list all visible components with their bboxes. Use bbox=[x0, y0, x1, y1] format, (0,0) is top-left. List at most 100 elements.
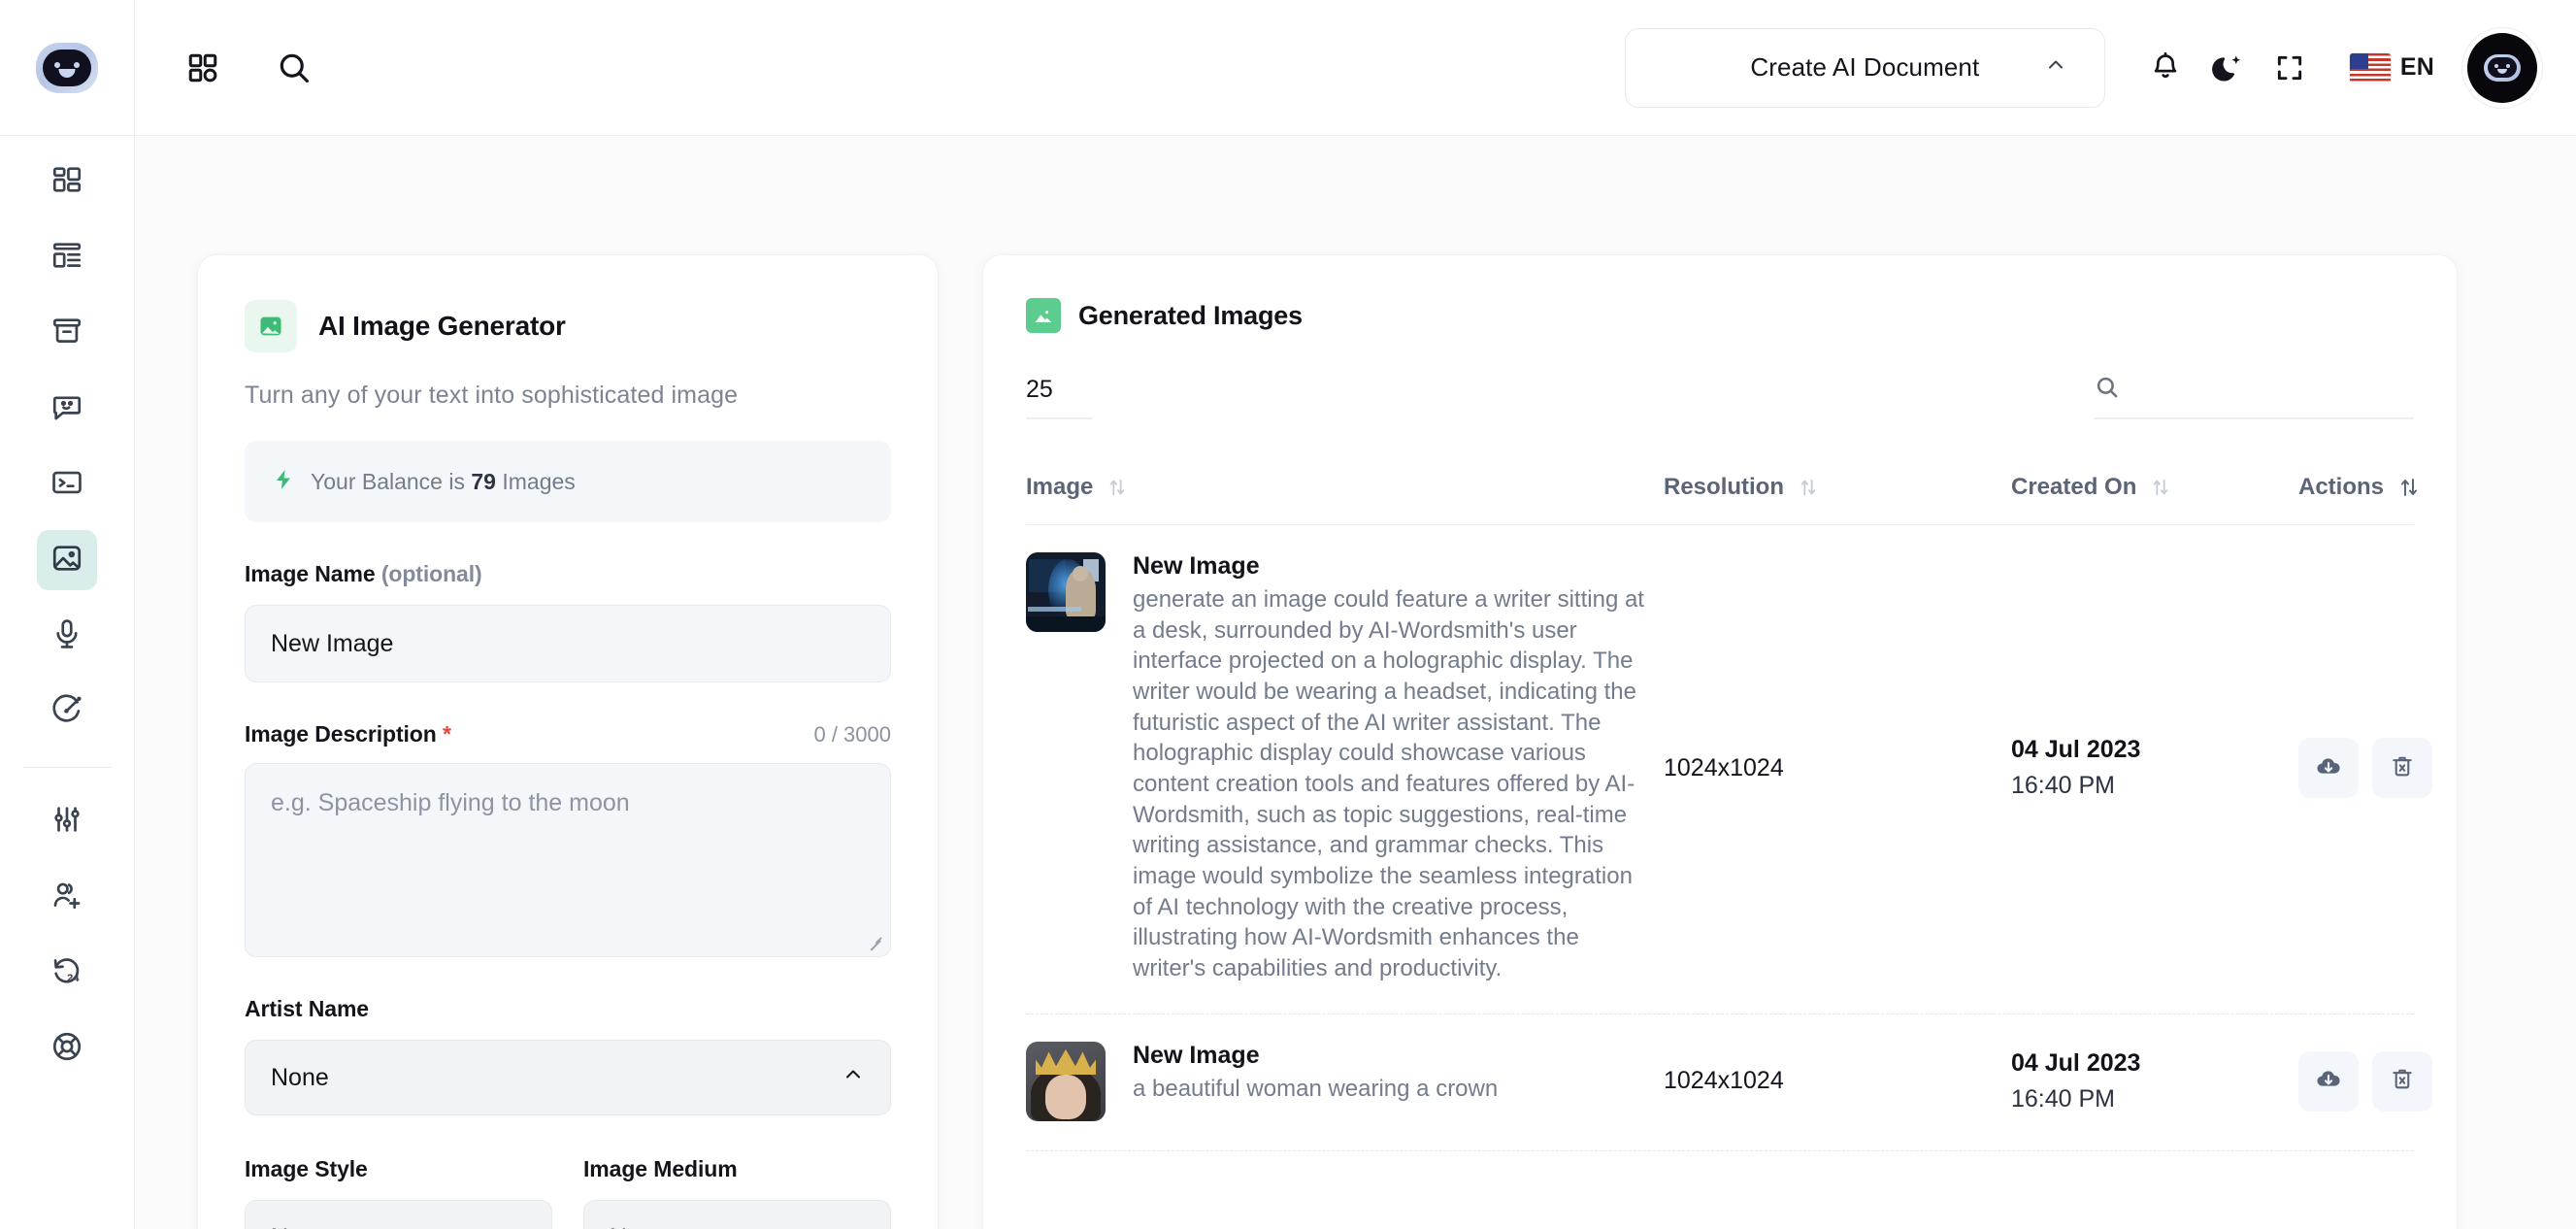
page-length-select[interactable]: 25 bbox=[1026, 376, 1092, 419]
sidebar-item-support[interactable] bbox=[37, 1018, 97, 1079]
writer-at-desk-thumbnail-icon bbox=[1026, 552, 1106, 632]
style-medium-row: Image Style None Image Medium None bbox=[245, 1156, 891, 1229]
column-header-actions[interactable]: Actions bbox=[2298, 474, 2421, 501]
language-switcher[interactable]: EN bbox=[2349, 52, 2434, 83]
image-description-placeholder: e.g. Spaceship flying to the moon bbox=[271, 789, 630, 816]
image-style-select[interactable]: None bbox=[245, 1200, 552, 1229]
artist-name-select[interactable]: None bbox=[245, 1040, 891, 1115]
sidebar-divider bbox=[23, 767, 111, 768]
lightning-icon bbox=[272, 468, 295, 496]
sidebar-item-speech-to-text[interactable] bbox=[37, 606, 97, 666]
image-description-textarea[interactable]: e.g. Spaceship flying to the moon bbox=[245, 763, 891, 957]
sidebar-item-code[interactable] bbox=[37, 454, 97, 515]
apps-grid-icon[interactable] bbox=[180, 45, 226, 91]
sort-updown-icon bbox=[2150, 477, 2171, 498]
table-search-input[interactable] bbox=[2094, 374, 2414, 419]
sidebar-logo[interactable] bbox=[0, 0, 134, 136]
artist-name-value: None bbox=[271, 1063, 329, 1091]
image-description-field-group: Image Description * 0 / 3000 e.g. Spaces… bbox=[245, 721, 891, 957]
row-title: New Image bbox=[1133, 552, 1260, 580]
row-thumbnail[interactable] bbox=[1026, 1041, 1106, 1121]
row-time: 16:40 PM bbox=[2011, 1084, 2116, 1113]
trash-delete-icon bbox=[2390, 1066, 2415, 1096]
table-row[interactable]: New Image a beautiful woman wearing a cr… bbox=[1026, 1014, 2432, 1151]
image-name-label: Image Name (optional) bbox=[245, 561, 482, 587]
row-title: New Image bbox=[1133, 1041, 1260, 1069]
sidebar: 24 bbox=[0, 0, 135, 1229]
row-time: 16:40 PM bbox=[2011, 772, 2116, 800]
download-button[interactable] bbox=[2298, 738, 2359, 799]
fullscreen-icon[interactable] bbox=[2259, 37, 2321, 99]
sidebar-item-dashboard[interactable] bbox=[37, 151, 97, 212]
generated-images-title: Generated Images bbox=[1078, 300, 1303, 330]
row-description: a beautiful woman wearing a crown bbox=[1133, 1075, 1499, 1102]
moon-star-icon[interactable] bbox=[2196, 37, 2259, 99]
create-ai-document-button[interactable]: Create AI Document bbox=[1624, 27, 2105, 108]
chevron-up-icon bbox=[842, 1223, 865, 1229]
sidebar-item-ai-assistant[interactable] bbox=[37, 681, 97, 742]
artist-name-field-group: Artist Name None bbox=[245, 996, 891, 1115]
sort-updown-icon bbox=[2397, 476, 2421, 499]
row-text-block: New Image generate an image could featur… bbox=[1133, 552, 1646, 984]
content-area: AI Image Generator Turn any of your text… bbox=[135, 136, 2576, 1229]
sidebar-item-chat[interactable] bbox=[37, 379, 97, 439]
balance-value: 79 bbox=[471, 468, 496, 494]
row-date: 04 Jul 2023 bbox=[2011, 1048, 2141, 1077]
orbit-icon bbox=[50, 693, 83, 731]
language-label: EN bbox=[2399, 53, 2434, 81]
history-24-icon: 24 bbox=[50, 954, 83, 992]
topbar: Create AI Document EN bbox=[135, 0, 2576, 136]
delete-button[interactable] bbox=[2372, 1050, 2432, 1112]
column-header-image[interactable]: Image bbox=[1026, 474, 1664, 501]
main-area: Create AI Document EN AI Image Generator… bbox=[135, 0, 2576, 1229]
column-header-created-on[interactable]: Created On bbox=[2011, 474, 2298, 501]
user-avatar[interactable] bbox=[2467, 32, 2537, 103]
required-asterisk: * bbox=[442, 721, 451, 747]
row-thumbnail[interactable] bbox=[1026, 552, 1106, 632]
image-style-field-group: Image Style None bbox=[245, 1156, 552, 1229]
download-button[interactable] bbox=[2298, 1050, 2359, 1112]
chevron-up-icon bbox=[842, 1063, 865, 1093]
image-name-label-text: Image Name bbox=[245, 561, 376, 586]
trash-delete-icon bbox=[2390, 753, 2415, 783]
balance-text: Your Balance is 79 Images bbox=[311, 469, 576, 495]
sidebar-item-templates[interactable] bbox=[37, 227, 97, 287]
svg-text:24: 24 bbox=[67, 972, 80, 983]
image-medium-select[interactable]: None bbox=[583, 1200, 891, 1229]
balance-suffix: Images bbox=[502, 468, 576, 494]
terminal-icon bbox=[50, 466, 83, 504]
row-image-cell: New Image a beautiful woman wearing a cr… bbox=[1026, 1041, 1664, 1121]
bell-icon[interactable] bbox=[2134, 37, 2196, 99]
page-length-value: 25 bbox=[1026, 376, 1053, 403]
us-flag-icon bbox=[2349, 52, 2391, 83]
row-description: generate an image could feature a writer… bbox=[1133, 586, 1644, 982]
image-name-input[interactable]: New Image bbox=[245, 605, 891, 682]
row-text-block: New Image a beautiful woman wearing a cr… bbox=[1133, 1042, 1498, 1105]
row-resolution: 1024x1024 bbox=[1664, 1067, 1784, 1095]
topbar-right-tools: Create AI Document EN bbox=[1624, 27, 2537, 108]
create-ai-document-label: Create AI Document bbox=[1750, 52, 1980, 82]
sidebar-item-settings[interactable] bbox=[37, 791, 97, 851]
artist-name-label: Artist Name bbox=[245, 996, 369, 1021]
column-header-resolution[interactable]: Resolution bbox=[1664, 474, 2011, 501]
generator-subtitle: Turn any of your text into sophisticated… bbox=[245, 382, 739, 409]
sidebar-item-affiliates[interactable] bbox=[37, 867, 97, 927]
sidebar-item-archive[interactable] bbox=[37, 303, 97, 363]
image-medium-field-group: Image Medium None bbox=[583, 1156, 891, 1229]
search-icon[interactable] bbox=[271, 45, 317, 91]
table-row[interactable]: New Image generate an image could featur… bbox=[1026, 525, 2432, 1014]
column-header-resolution-label: Resolution bbox=[1664, 474, 1784, 500]
sidebar-nav: 24 bbox=[0, 136, 134, 1094]
balance-banner: Your Balance is 79 Images bbox=[245, 441, 891, 522]
delete-button[interactable] bbox=[2372, 738, 2432, 799]
sidebar-item-history[interactable]: 24 bbox=[37, 943, 97, 1003]
image-icon bbox=[50, 542, 83, 580]
resize-handle[interactable] bbox=[867, 934, 882, 949]
image-medium-label: Image Medium bbox=[583, 1156, 738, 1181]
row-created-on: 04 Jul 2023 16:40 PM bbox=[2011, 1049, 2298, 1113]
dashboard-grid-icon bbox=[50, 163, 83, 201]
chevron-up-icon bbox=[2044, 52, 2067, 83]
sidebar-item-ai-image[interactable] bbox=[37, 530, 97, 590]
sort-updown-icon bbox=[1106, 477, 1128, 498]
table-header-row: Image Resolution Created On Actions bbox=[1026, 474, 2418, 525]
